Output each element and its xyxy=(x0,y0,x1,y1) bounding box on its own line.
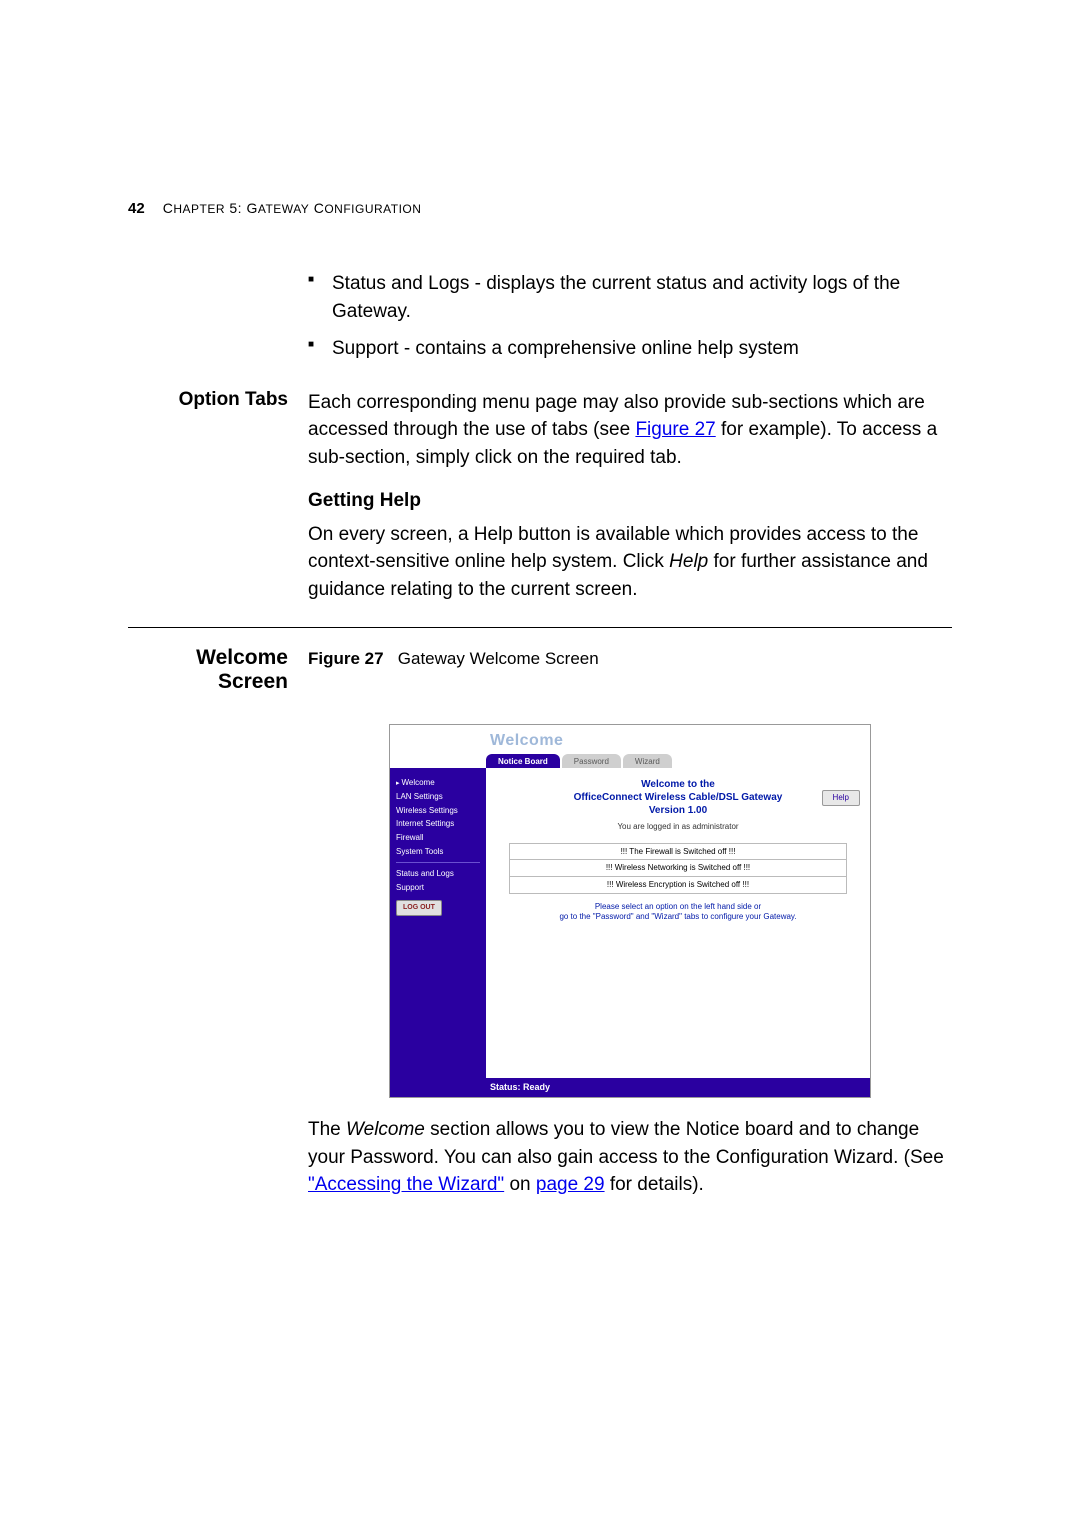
warning-firewall: !!! The Firewall is Switched off !!! xyxy=(509,843,848,860)
shot-tabs: Notice Board Password Wizard xyxy=(390,753,870,769)
sidebar-item-status[interactable]: Status and Logs xyxy=(396,867,480,881)
heading-getting-help: Getting Help xyxy=(308,487,952,515)
page: 42 CHAPTER 5: GATEWAY CONFIGURATION Stat… xyxy=(0,0,1080,1528)
section-divider xyxy=(128,627,952,628)
shot-panel: Help Welcome to the OfficeConnect Wirele… xyxy=(486,768,870,1078)
panel-messages: !!! The Firewall is Switched off !!! !!!… xyxy=(509,843,848,894)
sidebar-item-firewall[interactable]: Firewall xyxy=(396,831,480,845)
feature-bullets: Status and Logs - displays the current s… xyxy=(308,270,952,363)
panel-hint: Please select an option on the left hand… xyxy=(494,902,862,923)
page-number: 42 xyxy=(128,200,145,217)
sidehead-option-tabs: Option Tabs xyxy=(128,389,308,472)
warning-encryption: !!! Wireless Encryption is Switched off … xyxy=(509,876,848,894)
shot-sidebar: Welcome LAN Settings Wireless Settings I… xyxy=(390,768,486,1078)
gateway-welcome-screenshot: Welcome Notice Board Password Wizard Wel… xyxy=(389,724,871,1098)
running-header: 42 CHAPTER 5: GATEWAY CONFIGURATION xyxy=(128,200,952,217)
warning-wireless: !!! Wireless Networking is Switched off … xyxy=(509,859,848,876)
shot-title: Welcome xyxy=(390,725,870,754)
sidebar-item-wireless[interactable]: Wireless Settings xyxy=(396,804,480,818)
link-page-29[interactable]: page 29 xyxy=(536,1174,605,1195)
chapter-label: CHAPTER 5: GATEWAY CONFIGURATION xyxy=(163,200,422,216)
option-tabs-body: Each corresponding menu page may also pr… xyxy=(308,389,952,472)
bullet-text: Status and Logs - displays the current s… xyxy=(332,273,900,322)
bullet-text: Support - contains a comprehensive onlin… xyxy=(332,338,799,359)
panel-subheading: You are logged in as administrator xyxy=(494,821,862,833)
logout-button[interactable]: LOG OUT xyxy=(396,900,442,916)
list-item: Support - contains a comprehensive onlin… xyxy=(308,335,952,363)
getting-help-body: On every screen, a Help button is availa… xyxy=(308,521,952,604)
welcome-paragraph: The Welcome section allows you to view t… xyxy=(308,1116,952,1199)
figure-caption: Figure 27 Gateway Welcome Screen xyxy=(308,647,952,672)
sidehead-welcome-screen: Welcome Screen xyxy=(128,646,308,694)
tab-wizard[interactable]: Wizard xyxy=(623,754,672,770)
tab-notice-board[interactable]: Notice Board xyxy=(486,754,560,770)
panel-heading: Welcome to the OfficeConnect Wireless Ca… xyxy=(494,778,862,817)
sidebar-item-support[interactable]: Support xyxy=(396,881,480,895)
content-area: Status and Logs - displays the current s… xyxy=(128,270,952,1215)
link-figure-27[interactable]: Figure 27 xyxy=(635,419,715,440)
link-accessing-wizard[interactable]: "Accessing the Wizard" xyxy=(308,1174,504,1195)
sidebar-item-internet[interactable]: Internet Settings xyxy=(396,817,480,831)
status-bar: Status: Ready xyxy=(390,1078,870,1097)
tab-password[interactable]: Password xyxy=(562,754,621,770)
list-item: Status and Logs - displays the current s… xyxy=(308,270,952,325)
sidebar-item-lan[interactable]: LAN Settings xyxy=(396,790,480,804)
sidebar-item-welcome[interactable]: Welcome xyxy=(396,776,480,790)
help-button[interactable]: Help xyxy=(822,790,860,806)
sidebar-item-tools[interactable]: System Tools xyxy=(396,845,480,859)
